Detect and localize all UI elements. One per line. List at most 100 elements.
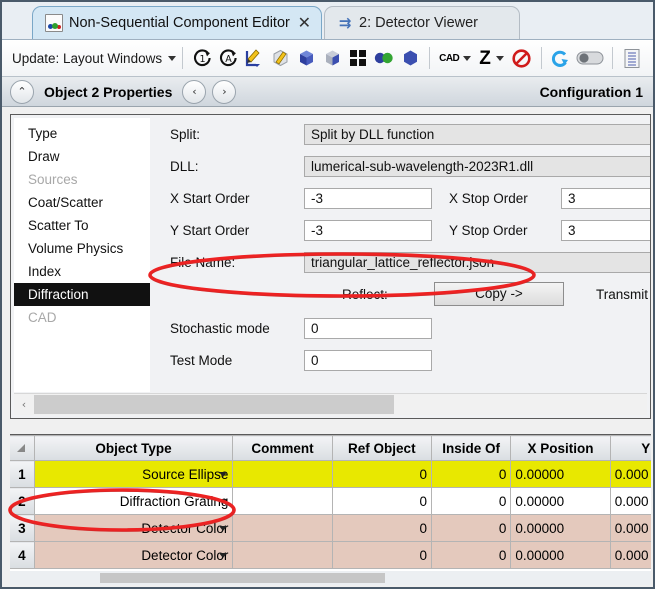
table-horizontal-scrollbar[interactable] xyxy=(10,571,651,585)
chevron-up-icon: ⌃ xyxy=(17,85,27,98)
hexagon-icon[interactable] xyxy=(398,46,422,70)
cell-ref-object[interactable]: 0 xyxy=(332,460,432,488)
column-header-y-position[interactable]: Y Pos xyxy=(610,435,651,461)
x-start-order-input[interactable]: -3 xyxy=(304,187,432,209)
table-row[interactable]: 4 Detector Color 0 0 0.00000 0.000 xyxy=(10,541,651,569)
cell-object-type[interactable]: Source Ellipse xyxy=(34,460,234,488)
cell-x-position[interactable]: 0.00000 xyxy=(510,487,611,515)
cell-inside-of[interactable]: 0 xyxy=(431,487,512,515)
scrollbar-thumb[interactable] xyxy=(34,395,394,414)
sidebar-item-draw[interactable]: Draw xyxy=(14,145,150,168)
chevron-down-icon[interactable] xyxy=(219,553,228,558)
toggle-switch-icon[interactable] xyxy=(575,46,605,70)
sidebar-item-volume-physics[interactable]: Volume Physics xyxy=(14,237,150,260)
scrollbar-thumb[interactable] xyxy=(100,573,385,583)
cell-comment[interactable] xyxy=(232,487,333,515)
cell-object-type[interactable]: Diffraction Grating xyxy=(34,487,234,515)
properties-category-list[interactable]: Type Draw Sources Coat/Scatter Scatter T… xyxy=(14,118,150,392)
y-start-order-input[interactable]: -3 xyxy=(304,219,432,241)
toolbar-divider xyxy=(429,47,431,69)
grid-4-icon[interactable] xyxy=(346,46,370,70)
sidebar-item-coat-scatter[interactable]: Coat/Scatter xyxy=(14,191,150,214)
cell-y-position[interactable]: 0.000 xyxy=(610,514,651,542)
zemax-z-dropdown[interactable]: Z xyxy=(474,49,509,68)
next-object-button[interactable]: › xyxy=(212,79,237,104)
row-number[interactable]: 2 xyxy=(10,487,35,515)
cell-y-position[interactable]: 0.000 xyxy=(610,487,651,515)
tab-label: Non-Sequential Component Editor xyxy=(69,15,290,31)
cell-ref-object[interactable]: 0 xyxy=(332,487,432,515)
sidebar-item-sources: Sources xyxy=(28,172,78,187)
cell-comment[interactable] xyxy=(232,514,333,542)
cell-comment[interactable] xyxy=(232,541,333,569)
row-number[interactable]: 3 xyxy=(10,514,35,542)
cell-x-position[interactable]: 0.00000 xyxy=(510,460,611,488)
cell-y-position[interactable]: 0.000 xyxy=(610,541,651,569)
cad-dropdown[interactable]: CAD xyxy=(436,53,474,64)
cell-inside-of[interactable]: 0 xyxy=(431,460,512,488)
cell-y-position[interactable]: 0.000 xyxy=(610,460,651,488)
list-report-icon[interactable] xyxy=(620,46,644,70)
copy-button[interactable]: Copy -> xyxy=(434,282,564,306)
edit-draw-icon[interactable] xyxy=(242,46,266,70)
cell-inside-of[interactable]: 0 xyxy=(431,541,512,569)
table-corner-cell[interactable] xyxy=(10,435,35,461)
column-header-ref-object[interactable]: Ref Object xyxy=(332,435,432,461)
dll-value[interactable]: lumerical-sub-wavelength-2023R1.dll xyxy=(304,155,650,177)
cell-x-position[interactable]: 0.00000 xyxy=(510,541,611,569)
cell-object-type[interactable]: Detector Color xyxy=(34,514,234,542)
column-header-comment[interactable]: Comment xyxy=(232,435,333,461)
row-number[interactable]: 4 xyxy=(10,541,35,569)
update-1-icon[interactable]: 1 xyxy=(190,46,214,70)
solid-pencil-icon[interactable] xyxy=(268,46,292,70)
table-row[interactable]: 2 Diffraction Grating 0 0 0.00000 0.000 xyxy=(10,487,651,515)
sidebar-item-scatter-to[interactable]: Scatter To xyxy=(14,214,150,237)
shaded-cube-icon[interactable] xyxy=(320,46,344,70)
properties-horizontal-scrollbar[interactable]: ‹ xyxy=(14,393,647,415)
y-stop-order-input[interactable]: 3 xyxy=(561,219,650,241)
chevron-down-icon[interactable] xyxy=(219,499,228,504)
cell-ref-object[interactable]: 0 xyxy=(332,514,432,542)
cad-label: CAD xyxy=(439,52,460,64)
update-all-icon[interactable]: A xyxy=(216,46,240,70)
close-icon[interactable]: ✕ xyxy=(298,15,311,31)
chevron-down-icon[interactable] xyxy=(219,526,228,531)
column-header-object-type[interactable]: Object Type xyxy=(34,435,234,461)
table-row[interactable]: 3 Detector Color 0 0 0.00000 0.000 xyxy=(10,514,651,542)
cell-comment[interactable] xyxy=(232,460,333,488)
row-number[interactable]: 1 xyxy=(10,460,35,488)
cell-object-type-text: Detector Color xyxy=(141,520,229,536)
scroll-left-icon[interactable]: ‹ xyxy=(14,398,34,411)
two-circles-icon[interactable] xyxy=(372,46,396,70)
chevron-right-icon: › xyxy=(222,85,227,98)
no-entry-icon[interactable] xyxy=(510,46,534,70)
sidebar-item-diffraction[interactable]: Diffraction xyxy=(14,283,150,306)
sidebar-item-type[interactable]: Type xyxy=(14,122,150,145)
refresh-arrow-icon[interactable] xyxy=(549,46,573,70)
update-layout-windows-dropdown[interactable]: Update: Layout Windows xyxy=(12,51,177,66)
cell-ref-object[interactable]: 0 xyxy=(332,541,432,569)
cell-inside-of[interactable]: 0 xyxy=(431,514,512,542)
stochastic-mode-input[interactable]: 0 xyxy=(304,317,432,339)
collapse-button[interactable]: ⌃ xyxy=(10,79,34,104)
transmit-label: Transmit xyxy=(596,286,649,302)
sidebar-item-index[interactable]: Index xyxy=(14,260,150,283)
tab-detector-viewer[interactable]: ⇉ 2: Detector Viewer xyxy=(324,6,520,39)
configuration-label: Configuration 1 xyxy=(539,83,643,100)
prev-object-button[interactable]: ‹ xyxy=(182,79,207,104)
file-name-value[interactable]: triangular_lattice_reflector.json xyxy=(304,251,650,273)
test-mode-input[interactable]: 0 xyxy=(304,349,432,371)
x-stop-order-input[interactable]: 3 xyxy=(561,187,650,209)
split-value[interactable]: Split by DLL function xyxy=(304,123,650,145)
cell-x-position[interactable]: 0.00000 xyxy=(510,514,611,542)
cube-icon[interactable] xyxy=(294,46,318,70)
chevron-down-icon[interactable] xyxy=(219,472,228,477)
column-header-x-position[interactable]: X Position xyxy=(510,435,611,461)
tab-non-sequential-component-editor[interactable]: Non-Sequential Component Editor ✕ xyxy=(32,6,322,39)
column-header-inside-of[interactable]: Inside Of xyxy=(431,435,512,461)
application-window: Non-Sequential Component Editor ✕ ⇉ 2: D… xyxy=(0,0,655,589)
table-row[interactable]: 1 Source Ellipse 0 0 0.00000 0.000 xyxy=(10,460,651,488)
cell-object-type[interactable]: Detector Color xyxy=(34,541,234,569)
object-table: Object Type Comment Ref Object Inside Of… xyxy=(10,434,651,585)
cell-object-type-text: Source Ellipse xyxy=(142,466,229,482)
